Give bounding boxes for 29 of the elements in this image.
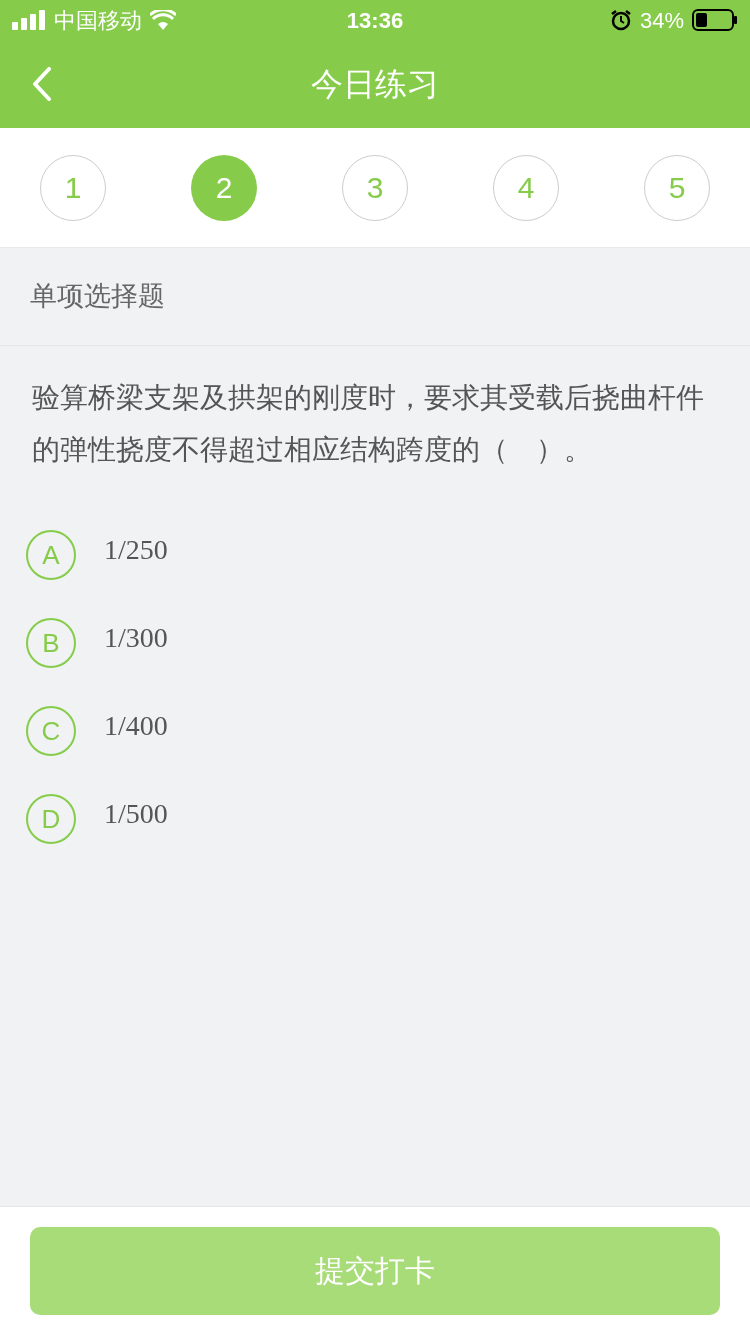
status-time: 13:36 xyxy=(346,6,404,35)
carrier-name: 中国移动 xyxy=(54,6,142,35)
alarm-icon xyxy=(609,9,632,31)
page-title: 今日练习 xyxy=(311,65,439,104)
answer-option[interactable]: D 1/500 xyxy=(26,794,724,844)
option-letter: D xyxy=(26,794,76,844)
submit-button[interactable]: 提交打卡 xyxy=(30,1226,720,1315)
question-number-tab[interactable]: 5 xyxy=(644,154,710,221)
option-text: 1/500 xyxy=(104,797,168,831)
back-icon xyxy=(32,67,52,101)
signal-icon xyxy=(12,10,46,30)
question-number-tab[interactable]: 1 xyxy=(40,154,106,221)
battery-icon xyxy=(692,9,738,31)
question-number-tab[interactable]: 4 xyxy=(493,154,559,221)
wifi-icon xyxy=(150,10,176,30)
answer-option[interactable]: C 1/400 xyxy=(26,706,724,756)
answer-option[interactable]: B 1/300 xyxy=(26,618,724,668)
battery-percent: 34% xyxy=(639,6,684,35)
option-letter: A xyxy=(26,530,76,580)
question-text: 验算桥梁支架及拱架的刚度时，要求其受载后挠曲杆件的弹性挠度不得超过相应结构跨度的（ ）。 xyxy=(31,381,705,467)
option-letter: B xyxy=(26,618,76,668)
question-number-tab[interactable]: 2 xyxy=(191,154,257,221)
option-text: 1/250 xyxy=(104,533,168,567)
answer-option[interactable]: A 1/250 xyxy=(26,530,724,580)
question-type: 单项选择题 xyxy=(30,280,165,314)
option-text: 1/300 xyxy=(104,621,168,655)
question-number-tab[interactable]: 3 xyxy=(342,154,408,221)
option-text: 1/400 xyxy=(104,709,168,743)
option-letter: C xyxy=(26,706,76,756)
